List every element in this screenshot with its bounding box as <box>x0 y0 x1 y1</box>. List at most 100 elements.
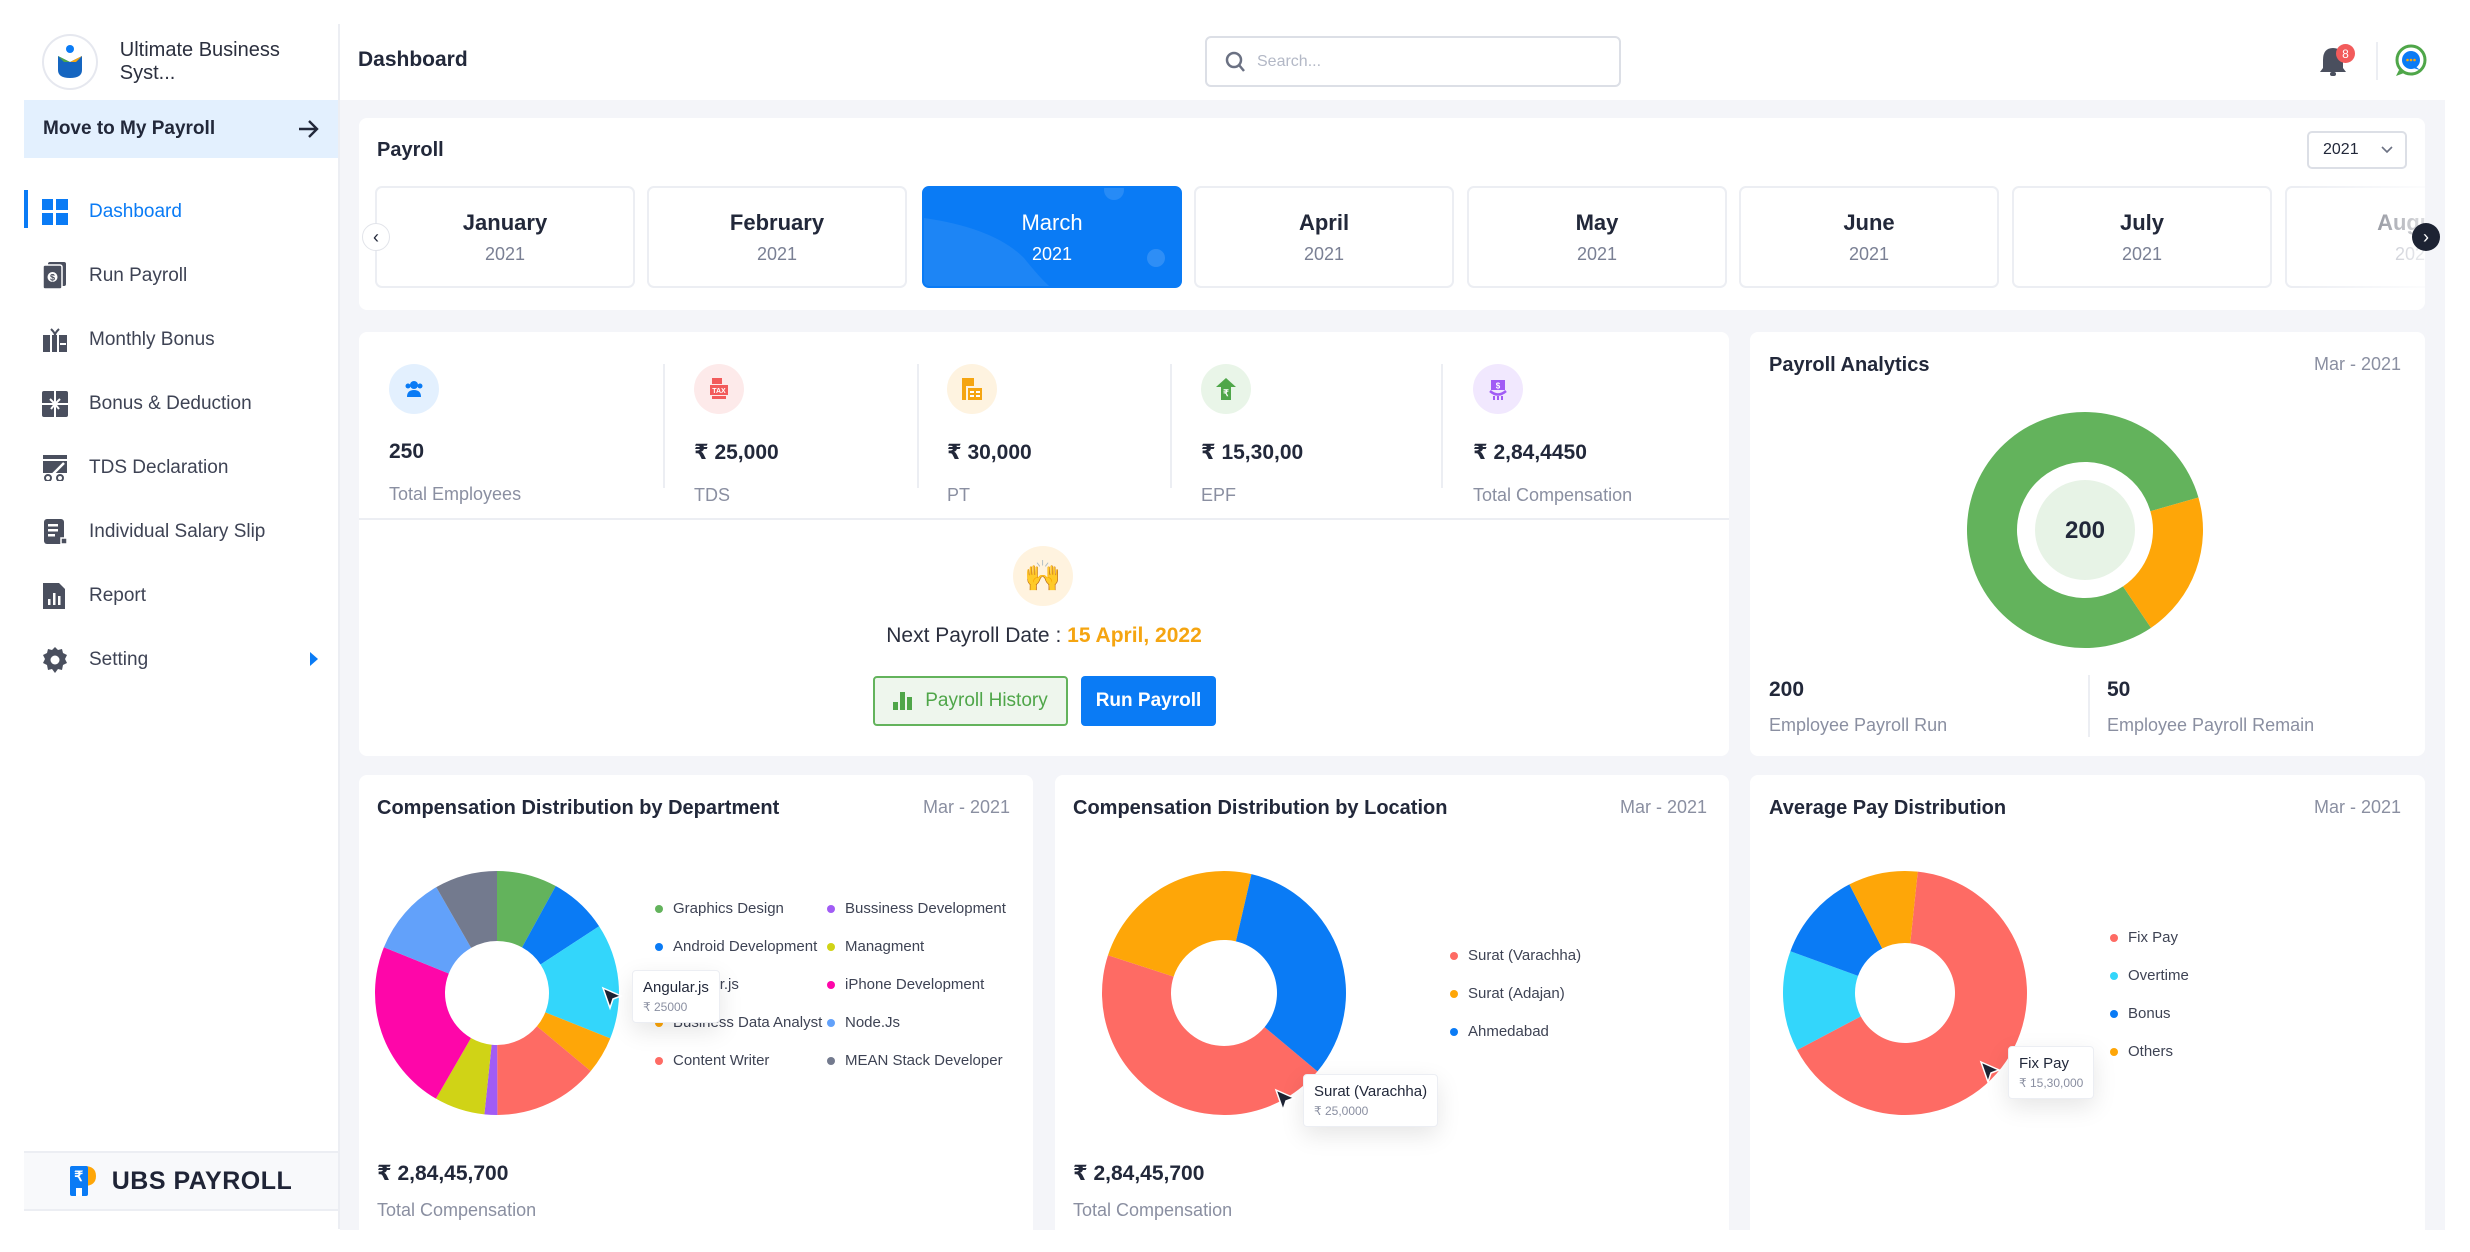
mouse-cursor-icon <box>1274 1088 1296 1113</box>
svg-text:TAX: TAX <box>712 388 726 395</box>
sidebar-item-monthly-bonus[interactable]: Monthly Bonus <box>24 308 338 372</box>
move-to-my-payroll-button[interactable]: Move to My Payroll <box>24 100 338 158</box>
month-name: January <box>462 209 548 235</box>
stats-divider <box>359 518 1729 520</box>
legend-dot <box>655 942 663 951</box>
tooltip-value: ₹ 25,0000 <box>1314 1104 1369 1118</box>
legend-item-surat-varachha[interactable]: Surat (Varachha) <box>1450 947 1581 964</box>
location-total-value: ₹ 2,84,45,700 <box>1073 1162 1205 1185</box>
sidebar-item-tds-declaration[interactable]: TDS Declaration <box>24 436 338 500</box>
search-input[interactable] <box>1257 52 1577 71</box>
legend-item-fix-pay[interactable]: Fix Pay <box>2110 929 2178 946</box>
month-name: July <box>2119 209 2165 235</box>
legend-label: Fix Pay <box>2128 929 2179 946</box>
legend-dot <box>827 1018 835 1027</box>
month-name: February <box>729 209 825 235</box>
month-name: April <box>1298 209 1350 235</box>
company-name: Ultimate Business Syst... <box>119 39 280 84</box>
sidebar-item-label: Run Payroll <box>89 265 188 286</box>
legend-item-bonus[interactable]: Bonus <box>2110 1005 2171 1022</box>
tooltip-value: ₹ 15,30,000 <box>2019 1076 2084 1090</box>
month-card-july[interactable]: July 2021 <box>2012 186 2272 288</box>
payroll-analytics-donut-chart: 200 <box>1967 412 2203 648</box>
legend-item-overtime[interactable]: Overtime <box>2110 967 2189 984</box>
donut-center-value: 200 <box>2065 517 2105 544</box>
legend-dot <box>1450 989 1458 998</box>
legend-item-surat-adajan[interactable]: Surat (Adajan) <box>1450 985 1565 1002</box>
legend-label: Surat (Adajan) <box>1468 985 1565 1002</box>
topbar-divider <box>2376 42 2378 80</box>
carousel-next-button[interactable]: › <box>2412 223 2440 251</box>
month-card-june[interactable]: June 2021 <box>1739 186 1999 288</box>
tooltip-label: Fix Pay <box>2019 1055 2070 1072</box>
month-card-may[interactable]: May 2021 <box>1467 186 1727 288</box>
stat-total-compensation: $ ₹ 2,84,4450 Total Compensation <box>1473 364 1632 506</box>
run-payroll-button[interactable]: Run Payroll <box>1081 676 1216 726</box>
department-total-value: ₹ 2,84,45,700 <box>377 1162 509 1185</box>
analytics-date: Mar - 2021 <box>2314 354 2402 374</box>
department-date: Mar - 2021 <box>923 797 1011 817</box>
card-decoration-icon <box>924 188 1165 286</box>
arrow-right-icon <box>299 120 319 138</box>
carousel-prev-button[interactable]: ‹ <box>362 223 390 251</box>
payroll-history-button[interactable]: Payroll History <box>873 676 1068 726</box>
chat-button[interactable] <box>2393 44 2427 78</box>
payroll-remain-label: Employee Payroll Remain <box>2107 715 2315 735</box>
legend-item-node-js[interactable]: Node.Js <box>827 1014 900 1031</box>
legend-item-mean-stack-developer[interactable]: MEAN Stack Developer <box>827 1052 1003 1069</box>
legend-label: Graphics Design <box>673 900 784 917</box>
location-date: Mar - 2021 <box>1620 797 1708 817</box>
sidebar-item-label: Monthly Bonus <box>89 329 215 350</box>
payroll-remain-value: 50 <box>2107 678 2131 701</box>
average-tooltip: Fix Pay ₹ 15,30,000 <box>2008 1046 2095 1099</box>
company-brand[interactable]: Ultimate Business Syst... <box>42 34 340 90</box>
location-total-label: Total Compensation <box>1073 1200 1233 1220</box>
carousel-fade <box>2295 186 2425 290</box>
slice-surat-adajan[interactable] <box>1107 871 1252 977</box>
sidebar-item-report[interactable]: Report <box>24 564 338 628</box>
company-logo <box>42 34 98 90</box>
legend-item-ahmedabad[interactable]: Ahmedabad <box>1450 1023 1549 1040</box>
product-name: UBS PAYROLL <box>111 1166 293 1195</box>
celebration-icon: 🙌 <box>1013 546 1073 606</box>
legend-item-graphics-design[interactable]: Graphics Design <box>655 900 784 917</box>
sidebar-item-bonus-deduction[interactable]: Bonus & Deduction <box>24 372 338 436</box>
legend-item-bussiness-development[interactable]: Bussiness Development <box>827 900 1006 917</box>
stat-label: Total Compensation <box>1473 485 1633 505</box>
legend-dot <box>1450 1027 1458 1036</box>
month-name: May <box>1575 209 1619 235</box>
sidebar-item-individual-salary-slip[interactable]: Individual Salary Slip <box>24 500 338 564</box>
legend-item-iphone-development[interactable]: iPhone Development <box>827 976 984 993</box>
legend-item-others[interactable]: Others <box>2110 1043 2173 1060</box>
legend-label: Overtime <box>2128 967 2189 984</box>
legend-dot <box>827 1056 835 1065</box>
legend-label: Surat (Varachha) <box>1468 947 1582 964</box>
tooltip-value: ₹ 25000 <box>643 1000 688 1014</box>
legend-item-android-development[interactable]: Android Development <box>655 938 817 955</box>
month-year: 2021 <box>484 243 526 264</box>
legend-item-managment[interactable]: Managment <box>827 938 924 955</box>
sidebar-item-run-payroll[interactable]: $ Run Payroll <box>24 244 338 308</box>
mouse-cursor-icon <box>601 986 623 1011</box>
year-select[interactable]: 2021 <box>2307 131 2407 169</box>
month-card-february[interactable]: February 2021 <box>647 186 907 288</box>
legend-item-content-writer[interactable]: Content Writer <box>655 1052 769 1069</box>
bar-chart-icon <box>893 692 913 710</box>
sidebar-item-setting[interactable]: Setting <box>24 628 338 692</box>
next-payroll-date: Next Payroll Date : 15 April, 2022 <box>359 624 1729 648</box>
month-card-april[interactable]: April 2021 <box>1194 186 1454 288</box>
search-icon <box>1225 51 1245 72</box>
svg-text:$: $ <box>1496 382 1501 391</box>
sidebar-item-dashboard[interactable]: Dashboard <box>24 180 338 244</box>
payroll-history-label: Payroll History <box>925 690 1048 711</box>
payroll-receipt-icon: $ <box>41 262 69 290</box>
legend-label: Node.Js <box>845 1014 901 1031</box>
month-year: 2021 <box>756 243 798 264</box>
month-card-march[interactable]: March 2021 <box>922 186 1182 288</box>
month-card-january[interactable]: January 2021 <box>375 186 635 288</box>
stat-value: ₹ 2,84,4450 <box>1473 441 1587 464</box>
stat-value: 250 <box>389 440 425 463</box>
search-box[interactable] <box>1205 36 1621 87</box>
legend-label: MEAN Stack Developer <box>845 1052 1003 1069</box>
report-chart-icon <box>41 582 69 610</box>
